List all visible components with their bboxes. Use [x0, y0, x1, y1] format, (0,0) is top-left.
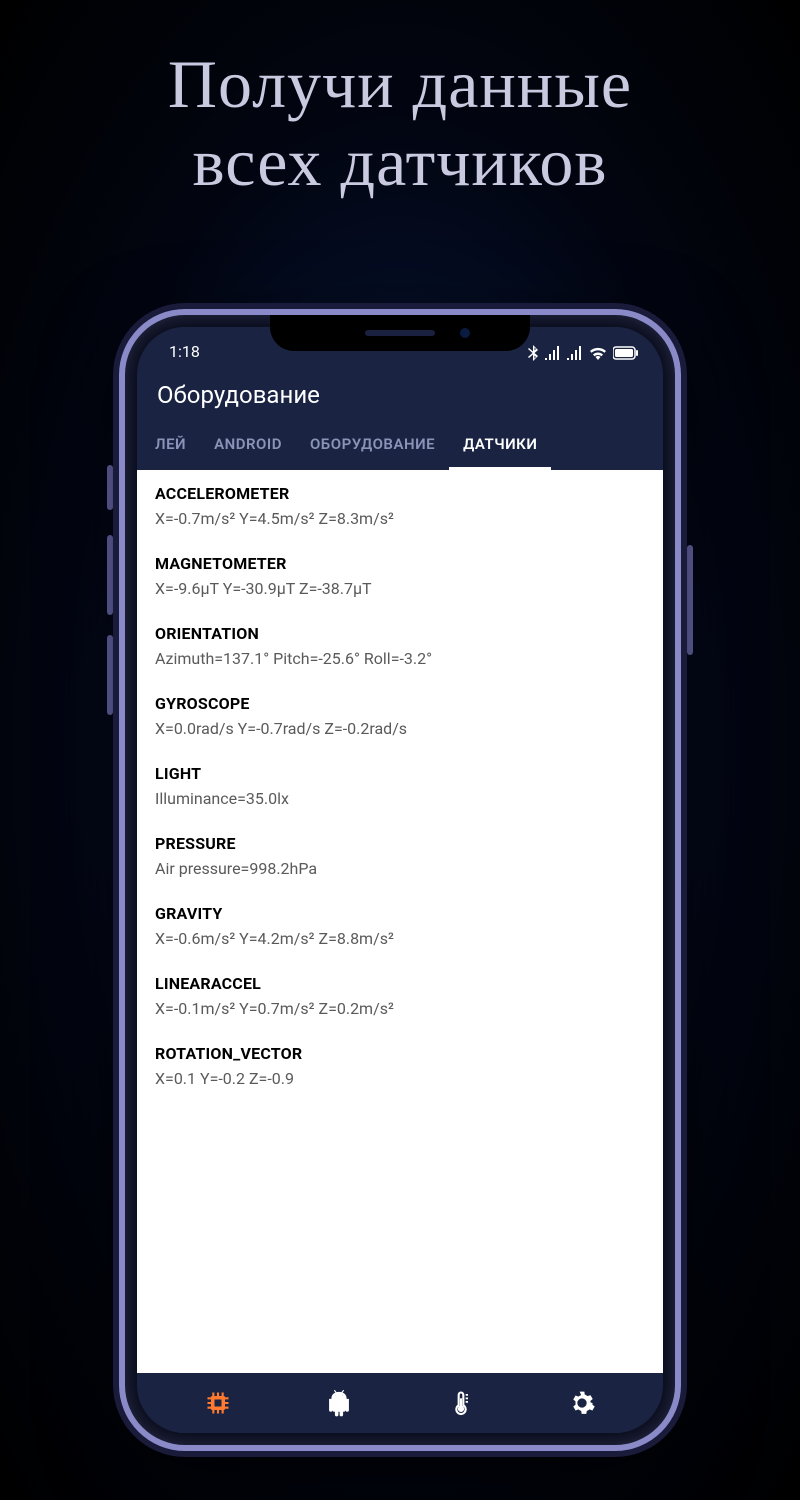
sensor-item: GYROSCOPE X=0.0rad/s Y=-0.7rad/s Z=-0.2r… — [137, 680, 663, 750]
bottom-nav — [137, 1373, 663, 1433]
tab-partial[interactable]: ЛЕЙ — [141, 421, 200, 470]
sensor-name: MAGNETOMETER — [155, 554, 645, 573]
headline-line-1: Получи данные — [0, 45, 800, 123]
nav-chip[interactable] — [200, 1385, 236, 1421]
nav-thermometer[interactable] — [443, 1385, 479, 1421]
sensor-item: PRESSURE Air pressure=998.2hPa — [137, 820, 663, 890]
gear-icon — [568, 1389, 596, 1417]
sensor-name: ACCELEROMETER — [155, 484, 645, 503]
phone-mockup: 1:18 Оборудование ЛЕЙ ANDROID ОБОРУДОВАН… — [125, 315, 675, 1445]
notch-camera — [460, 328, 470, 338]
sensor-item: ROTATION_VECTOR X=0.1 Y=-0.2 Z=-0.9 — [137, 1030, 663, 1100]
signal-icon-2 — [567, 346, 583, 360]
sensor-name: LIGHT — [155, 764, 645, 783]
phone-volume-down — [107, 635, 113, 715]
tab-android[interactable]: ANDROID — [200, 421, 296, 470]
headline-line-2: всех датчиков — [0, 123, 800, 201]
promo-headline: Получи данные всех датчиков — [0, 0, 800, 201]
sensor-value: X=-0.7m/s² Y=4.5m/s² Z=8.3m/s² — [155, 509, 645, 528]
sensor-item: GRAVITY X=-0.6m/s² Y=4.2m/s² Z=8.8m/s² — [137, 890, 663, 960]
sensor-item: LINEARACCEL X=-0.1m/s² Y=0.7m/s² Z=0.2m/… — [137, 960, 663, 1030]
sensor-value: X=-0.6m/s² Y=4.2m/s² Z=8.8m/s² — [155, 929, 645, 948]
thermometer-icon — [447, 1389, 475, 1417]
signal-icon — [545, 346, 561, 360]
sensor-value: X=0.0rad/s Y=-0.7rad/s Z=-0.2rad/s — [155, 719, 645, 738]
sensor-value: Azimuth=137.1° Pitch=-25.6° Roll=-3.2° — [155, 649, 645, 668]
sensor-value: X=0.1 Y=-0.2 Z=-0.9 — [155, 1069, 645, 1088]
battery-icon — [613, 346, 639, 360]
sensor-item: LIGHT Illuminance=35.0lx — [137, 750, 663, 820]
sensor-item: ACCELEROMETER X=-0.7m/s² Y=4.5m/s² Z=8.3… — [137, 470, 663, 540]
phone-notch — [270, 315, 530, 351]
nav-settings[interactable] — [564, 1385, 600, 1421]
sensor-name: LINEARACCEL — [155, 974, 645, 993]
sensor-value: Illuminance=35.0lx — [155, 789, 645, 808]
notch-speaker — [365, 330, 435, 336]
status-time: 1:18 — [161, 342, 200, 361]
tab-bar: ЛЕЙ ANDROID ОБОРУДОВАНИЕ ДАТЧИКИ — [137, 421, 663, 470]
sensor-name: GRAVITY — [155, 904, 645, 923]
sensor-value: X=-0.1m/s² Y=0.7m/s² Z=0.2m/s² — [155, 999, 645, 1018]
wifi-icon — [589, 346, 607, 360]
sensor-item: ORIENTATION Azimuth=137.1° Pitch=-25.6° … — [137, 610, 663, 680]
phone-side-button — [107, 465, 113, 510]
page-title: Оборудование — [157, 381, 643, 409]
phone-frame: 1:18 Оборудование ЛЕЙ ANDROID ОБОРУДОВАН… — [125, 315, 675, 1445]
status-icons — [527, 345, 639, 361]
sensor-value: Air pressure=998.2hPa — [155, 859, 645, 878]
chip-icon — [204, 1389, 232, 1417]
app-header: Оборудование — [137, 363, 663, 421]
bluetooth-icon — [527, 345, 539, 361]
sensor-list[interactable]: ACCELEROMETER X=-0.7m/s² Y=4.5m/s² Z=8.3… — [137, 470, 663, 1373]
sensor-name: PRESSURE — [155, 834, 645, 853]
tab-hardware[interactable]: ОБОРУДОВАНИЕ — [296, 421, 449, 470]
sensor-item: MAGNETOMETER X=-9.6µT Y=-30.9µT Z=-38.7µ… — [137, 540, 663, 610]
sensor-name: GYROSCOPE — [155, 694, 645, 713]
android-icon — [325, 1389, 353, 1417]
tab-sensors[interactable]: ДАТЧИКИ — [449, 421, 551, 470]
sensor-name: ROTATION_VECTOR — [155, 1044, 645, 1063]
phone-screen: 1:18 Оборудование ЛЕЙ ANDROID ОБОРУДОВАН… — [137, 327, 663, 1433]
sensor-value: X=-9.6µT Y=-30.9µT Z=-38.7µT — [155, 579, 645, 598]
phone-volume-up — [107, 535, 113, 615]
phone-power-button — [687, 545, 693, 655]
nav-android[interactable] — [321, 1385, 357, 1421]
sensor-name: ORIENTATION — [155, 624, 645, 643]
